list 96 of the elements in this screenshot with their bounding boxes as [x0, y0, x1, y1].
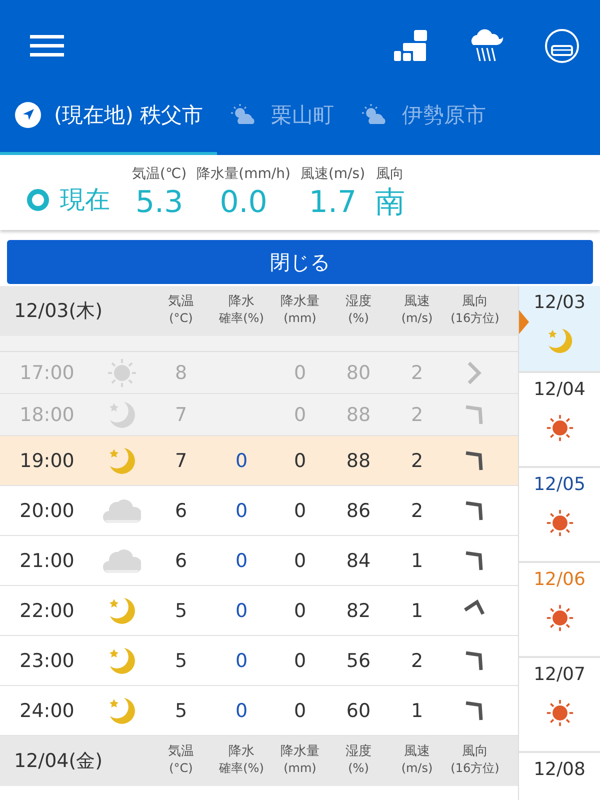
temperature-cell-text: 6: [174, 550, 188, 572]
mask-icon[interactable]: [544, 28, 580, 64]
humidity-cell-text: 80: [345, 362, 372, 384]
sun-icon: [546, 414, 574, 442]
precip-chance-cell: 0: [235, 700, 248, 722]
precip-amount-cell-text: 0: [292, 650, 308, 672]
humidity-cell-text: 82: [345, 600, 372, 622]
precip-chance-cell: 0: [235, 650, 248, 672]
time-cell-text: 19:00: [18, 450, 76, 472]
cloud-icon: [103, 546, 141, 574]
precip-chance-cell: 0: [235, 550, 248, 572]
sun-icon: [107, 358, 137, 388]
reading-label: 風速(m/s): [300, 165, 366, 184]
temperature-cell-text: 6: [174, 500, 188, 522]
column-header: 気温 (°C): [167, 744, 195, 777]
column-header: 降水 確率(%): [218, 294, 265, 327]
column-header: 降水 確率(%): [218, 744, 265, 777]
precip-amount-cell-text: 0: [292, 404, 308, 426]
precip-amount-cell-text: 0: [292, 550, 308, 572]
column-header: 湿度 (%): [344, 294, 372, 327]
precip-amount-cell-text: 0: [292, 362, 308, 384]
moon-icon: [107, 646, 137, 676]
time-cell-text: 18:00: [18, 404, 76, 426]
column-header: 湿度 (%): [344, 744, 372, 777]
humidity-cell-text: 88: [345, 404, 372, 426]
moon-icon: [107, 696, 137, 726]
moon-icon: [546, 327, 574, 355]
menu-icon[interactable]: [30, 34, 64, 58]
precip-amount-cell-text: 0: [292, 450, 308, 472]
humidity-cell-text: 86: [345, 500, 372, 522]
humidity-cell-text: 60: [345, 700, 372, 722]
precip-amount-cell-text: 0: [292, 500, 308, 522]
wind-speed-cell-text: 2: [410, 450, 424, 472]
moon-icon: [107, 400, 137, 430]
time-cell-text: 24:00: [18, 700, 76, 722]
time-cell-text: 22:00: [18, 600, 76, 622]
cloud-icon: [103, 496, 141, 524]
ring-icon: [26, 188, 50, 212]
column-header: 気温 (°C): [167, 294, 195, 327]
column-header: 降水量 (mm): [280, 744, 320, 777]
humidity-cell-text: 84: [345, 550, 372, 572]
reading-label: 気温(℃): [132, 165, 187, 184]
wind-speed-cell-text: 2: [410, 362, 424, 384]
wind-speed-cell-text: 1: [410, 700, 424, 722]
column-header: 風速 (m/s): [400, 744, 434, 777]
day-date: 12/07: [534, 664, 586, 685]
wind-speed-cell-text: 1: [410, 600, 424, 622]
column-header: 風向 (16方位): [450, 294, 500, 327]
precip-amount-cell-text: 0: [292, 700, 308, 722]
sun-icon: [546, 699, 574, 727]
day-date: 12/03(木): [13, 299, 104, 324]
temperature-cell-text: 5: [174, 650, 188, 672]
temperature-cell-text: 7: [174, 450, 188, 472]
day-date: 12/06: [534, 569, 586, 590]
day-item[interactable]: 12/03: [519, 286, 600, 373]
column-header: 風速 (m/s): [400, 294, 434, 327]
day-date: 12/05: [534, 474, 586, 495]
wind-speed-cell-text: 2: [410, 650, 424, 672]
precip-chance-cell: 0: [235, 500, 248, 522]
reading-value: 南: [375, 184, 406, 222]
time-cell-text: 20:00: [18, 500, 76, 522]
day-date: 12/08: [534, 759, 586, 780]
temperature-cell-text: 7: [174, 404, 188, 426]
precip-chance-cell: 0: [235, 600, 248, 622]
humidity-cell-text: 56: [345, 650, 372, 672]
blocks-icon[interactable]: [394, 29, 428, 63]
wind-speed-cell-text: 2: [410, 404, 424, 426]
location-tab[interactable]: (現在地) 秩父市: [0, 78, 218, 155]
day-date: 12/04: [534, 379, 586, 400]
column-header: 降水量 (mm): [280, 294, 320, 327]
day-date: 12/03: [534, 292, 586, 313]
pointer-icon: [519, 310, 529, 334]
close-button[interactable]: 閉じる: [7, 240, 593, 284]
reading-value: 0.0: [220, 184, 268, 222]
moon-icon: [107, 596, 137, 626]
reading-label: 風向: [376, 165, 404, 184]
column-header: 風向 (16方位): [450, 744, 500, 777]
sun-icon: [546, 509, 574, 537]
time-cell-text: 17:00: [18, 362, 76, 384]
humidity-cell-text: 88: [345, 450, 372, 472]
reading-value: 5.3: [135, 184, 184, 222]
precip-chance-cell: 0: [235, 450, 248, 472]
precip-amount-cell-text: 0: [292, 600, 308, 622]
reading-label: 降水量(mm/h): [196, 165, 290, 184]
wind-speed-cell-text: 1: [410, 550, 424, 572]
day-date: 12/04(金): [13, 749, 104, 774]
current-label: 現在: [60, 184, 110, 216]
time-cell-text: 21:00: [18, 550, 76, 572]
temperature-cell-text: 5: [174, 600, 188, 622]
reading-value: 1.7: [308, 184, 357, 222]
sun-icon: [546, 604, 574, 632]
temperature-cell-text: 5: [174, 700, 188, 722]
moon-icon: [107, 446, 137, 476]
temperature-cell-text: 8: [174, 362, 188, 384]
time-cell-text: 23:00: [18, 650, 76, 672]
wind-speed-cell-text: 2: [410, 500, 424, 522]
